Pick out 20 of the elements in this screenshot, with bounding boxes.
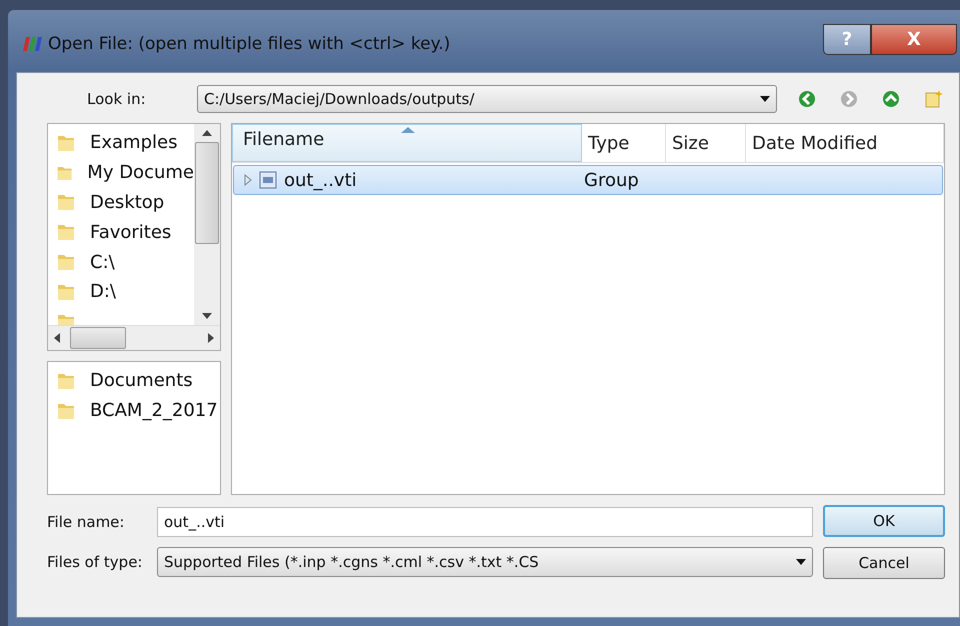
recent-item[interactable]: Documents <box>48 366 220 396</box>
cancel-button[interactable]: Cancel <box>823 547 945 579</box>
place-item[interactable]: C:\ <box>48 247 194 277</box>
file-name-field[interactable]: out_..vti <box>157 507 813 537</box>
place-item[interactable]: Favorites <box>48 217 194 248</box>
look-in-label: Look in: <box>86 90 147 108</box>
place-item[interactable]: D:\ <box>48 276 194 307</box>
file-name-label: File name: <box>47 513 126 531</box>
close-button[interactable]: X <box>871 24 957 55</box>
column-header[interactable]: Filename <box>232 124 582 162</box>
ok-button[interactable]: OK <box>823 505 945 537</box>
file-row[interactable]: out_..vti Group <box>233 165 943 195</box>
window-title: Open File: (open multiple files with <ctrl> key.) <box>48 34 450 54</box>
look-in-dropdown[interactable]: C:/Users/Maciej/Downloads/outputs/ <box>197 85 777 113</box>
file-type-label: Files of type: <box>47 553 144 571</box>
file-type-dropdown[interactable]: Supported Files (*.inp *.cgns *.cml *.csv *.txt *.CS <box>157 547 813 577</box>
place-item[interactable]: Desktop <box>48 188 194 218</box>
recent-item[interactable]: BCAM_2_2017 <box>48 396 220 426</box>
place-item[interactable]: Examples <box>48 128 194 158</box>
place-item[interactable]: My Docume <box>48 158 194 188</box>
